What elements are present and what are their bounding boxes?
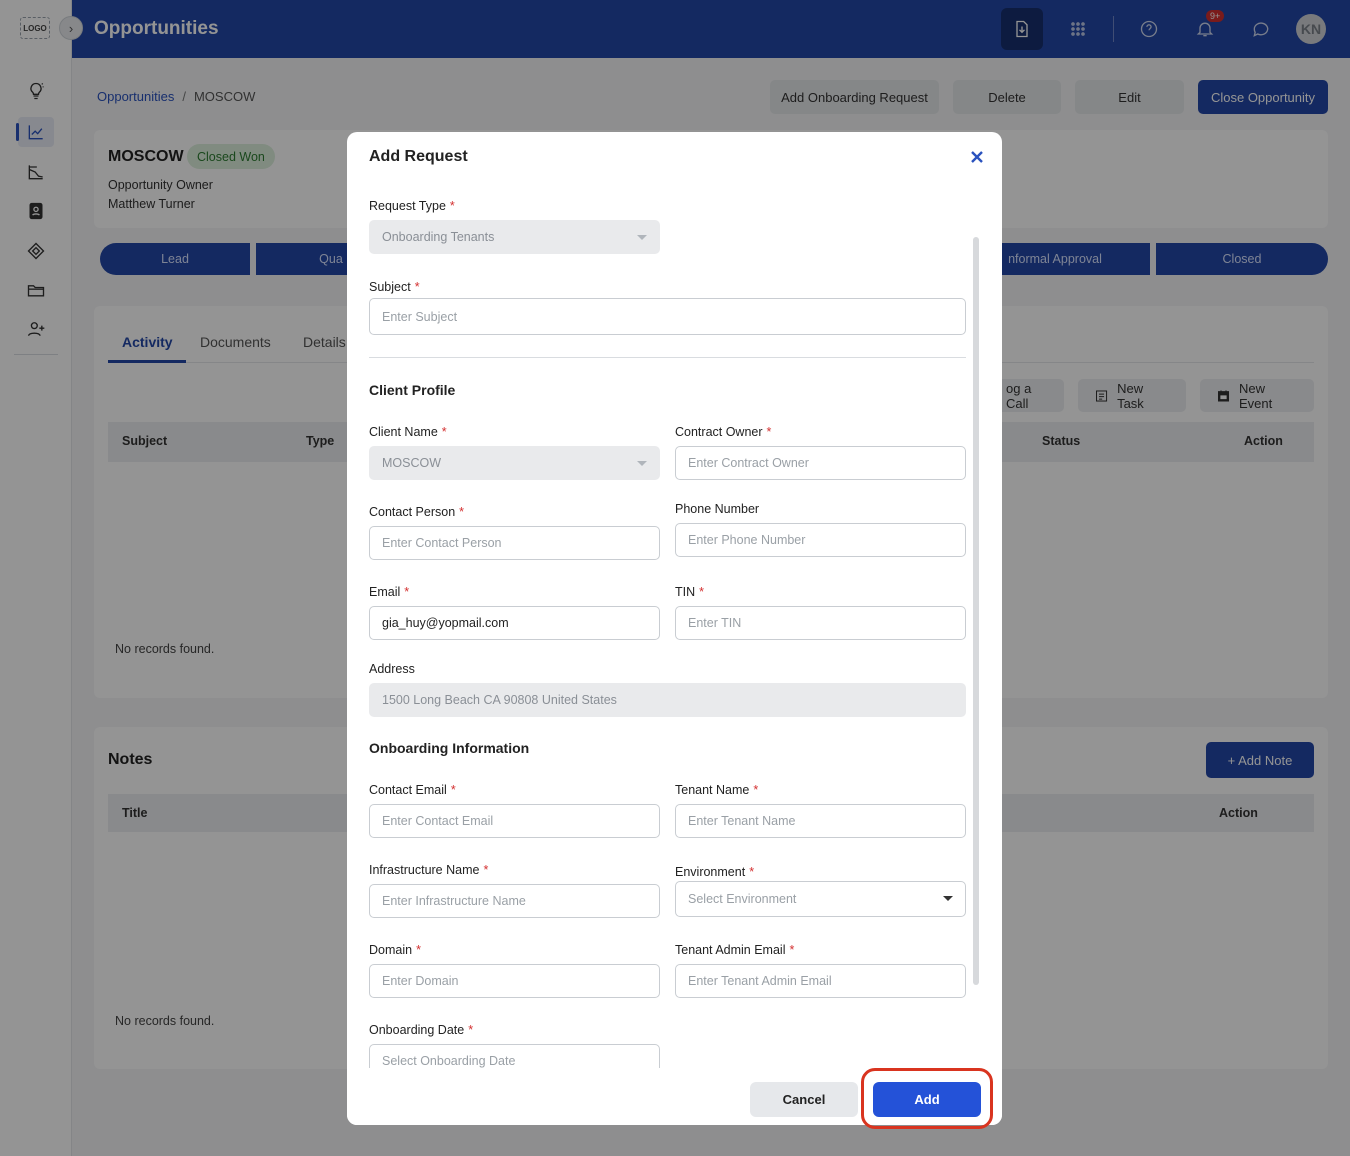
add-request-dialog: Add Request Request Type * Onboarding Ten… (347, 132, 1002, 1125)
contact-email-label: Contact Email * (369, 783, 456, 797)
contact-person-input[interactable]: Enter Contact Person (369, 526, 660, 560)
close-icon[interactable] (967, 147, 987, 167)
tin-label: TIN * (675, 585, 705, 599)
chevron-down-icon (943, 896, 953, 901)
infrastructure-name-label: Infrastructure Name * (369, 863, 489, 877)
chevron-down-icon (637, 235, 647, 240)
infrastructure-name-input[interactable]: Enter Infrastructure Name (369, 884, 660, 918)
address-label: Address (369, 662, 415, 676)
client-name-label: Client Name * (369, 425, 447, 439)
onboarding-info-heading: Onboarding Information (369, 740, 530, 756)
section-divider (369, 357, 966, 358)
contact-email-input[interactable]: Enter Contact Email (369, 804, 660, 838)
contract-owner-label: Contract Owner * (675, 425, 772, 439)
domain-input[interactable]: Enter Domain (369, 964, 660, 998)
domain-label: Domain * (369, 943, 421, 957)
tenant-name-label: Tenant Name * (675, 783, 759, 797)
request-type-select: Onboarding Tenants (369, 220, 660, 254)
onboarding-date-label: Onboarding Date * (369, 1023, 474, 1037)
client-profile-heading: Client Profile (369, 382, 456, 398)
client-name-select: MOSCOW (369, 446, 660, 480)
phone-number-label: Phone Number (675, 502, 760, 516)
email-field[interactable]: gia_huy@yopmail.com (369, 606, 660, 640)
tenant-admin-email-label: Tenant Admin Email * (675, 943, 795, 957)
tenant-admin-email-input[interactable]: Enter Tenant Admin Email (675, 964, 966, 998)
subject-label: Subject * (369, 280, 420, 294)
environment-select[interactable]: Select Environment (675, 881, 966, 917)
tin-input[interactable]: Enter TIN (675, 606, 966, 640)
contract-owner-input[interactable]: Enter Contract Owner (675, 446, 966, 480)
add-button-highlight-annotation (861, 1068, 993, 1129)
phone-number-input[interactable]: Enter Phone Number (675, 523, 966, 557)
dialog-body[interactable]: Request Type * Onboarding Tenants Subject… (347, 182, 1002, 1068)
subject-input[interactable]: Enter Subject (369, 298, 966, 335)
dialog-scrollbar[interactable] (973, 237, 979, 985)
cancel-button[interactable]: Cancel (750, 1082, 858, 1117)
dialog-title: Add Request (369, 148, 468, 165)
onboarding-date-picker[interactable]: Select Onboarding Date (369, 1044, 660, 1068)
tenant-name-input[interactable]: Enter Tenant Name (675, 804, 966, 838)
contact-person-label: Contact Person * (369, 505, 465, 519)
chevron-down-icon (637, 461, 647, 466)
request-type-label: Request Type * (369, 199, 455, 213)
email-label: Email * (369, 585, 410, 599)
environment-label: Environment * (675, 865, 755, 879)
address-field: 1500 Long Beach CA 90808 United States (369, 683, 966, 717)
